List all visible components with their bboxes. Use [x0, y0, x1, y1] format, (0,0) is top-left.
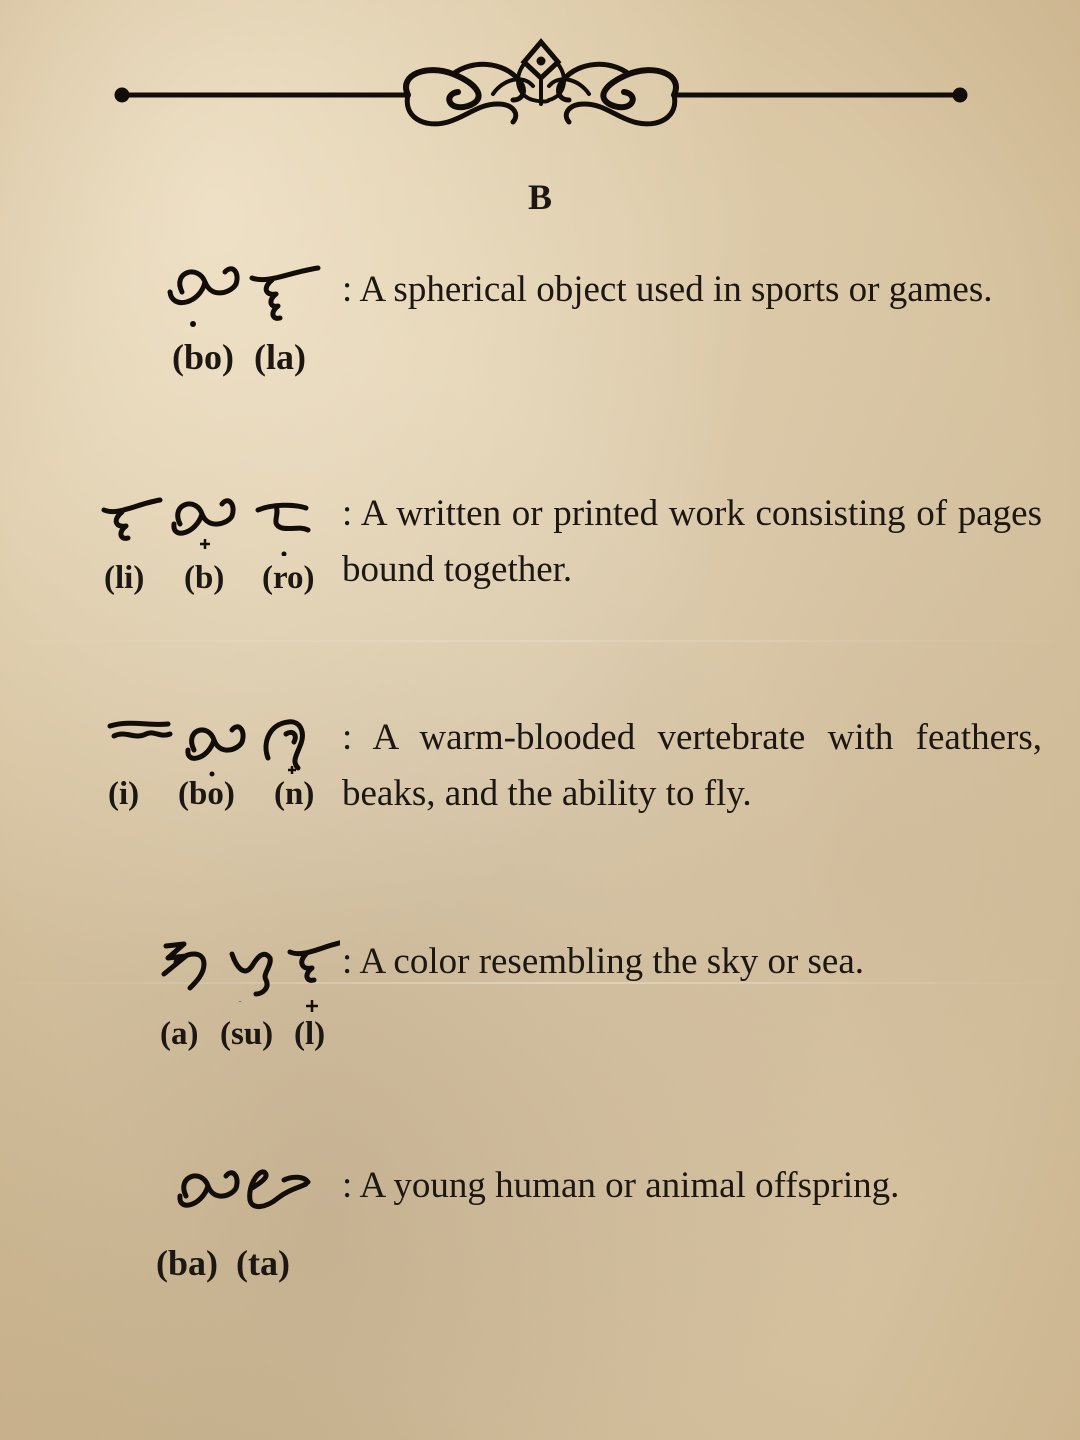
- syllable-label: (su): [220, 1016, 274, 1052]
- section-letter: B: [527, 177, 552, 217]
- diacritic-cross-icon: [306, 1000, 318, 1012]
- syllable-label: (l): [294, 1016, 326, 1052]
- entry-definition: : A written or printed work consisting o…: [342, 493, 1042, 590]
- syllable-label: (i): [108, 776, 140, 812]
- glossary-entry-bola: (bo) (la) : A spherical object used in s…: [0, 262, 1080, 392]
- page: { "heading": { "letter": "B" }, "entries…: [0, 0, 1080, 1440]
- glossary-entry-asul: (a) (su) (l) : A color resembling the sk…: [0, 934, 1080, 1064]
- entry-definition: : A spherical object used in sports or g…: [342, 269, 993, 310]
- entry-definition: : A warm-blooded vertebrate with feather…: [342, 717, 1042, 814]
- glossary-entry-bata: (ba) (ta) : A young human or animal offs…: [0, 1158, 1080, 1298]
- baybayin-script-icon: [107, 719, 305, 777]
- baybayin-script-icon: [177, 1169, 311, 1209]
- syllable-label: (li): [104, 560, 145, 596]
- paper-crease: [0, 640, 1080, 642]
- baybayin-script-icon: [167, 265, 321, 327]
- diacritic-dot: [238, 1001, 242, 1002]
- glossary-entry-libro: (li) (b) (ro) : A written or printed wor…: [0, 486, 1080, 606]
- syllable-label: (la): [254, 337, 306, 377]
- syllable-label: (bo): [172, 337, 234, 377]
- syllable-label: (n): [274, 776, 315, 812]
- diacritic-cross: [200, 539, 210, 549]
- diacritic-dot: [281, 551, 287, 556]
- syllable-label: (ro): [262, 560, 315, 596]
- glossary-entry-ibon: (i) (bo) (n) : A warm-blooded vertebrate…: [0, 710, 1080, 830]
- syllable-label: (ta): [236, 1243, 290, 1283]
- syllable-label: (ba): [156, 1243, 218, 1283]
- baybayin-script-icon: [101, 497, 311, 556]
- diacritic-dot: [190, 321, 196, 327]
- ornament-divider: [114, 38, 968, 127]
- syllable-label: (a): [160, 1016, 199, 1052]
- entry-definition: : A color resembling the sky or sea.: [342, 941, 865, 982]
- baybayin-script-icon: [161, 940, 340, 1002]
- entry-definition: : A young human or animal offspring.: [342, 1165, 900, 1206]
- syllable-label: (bo): [178, 776, 235, 812]
- syllable-label: (b): [184, 560, 225, 596]
